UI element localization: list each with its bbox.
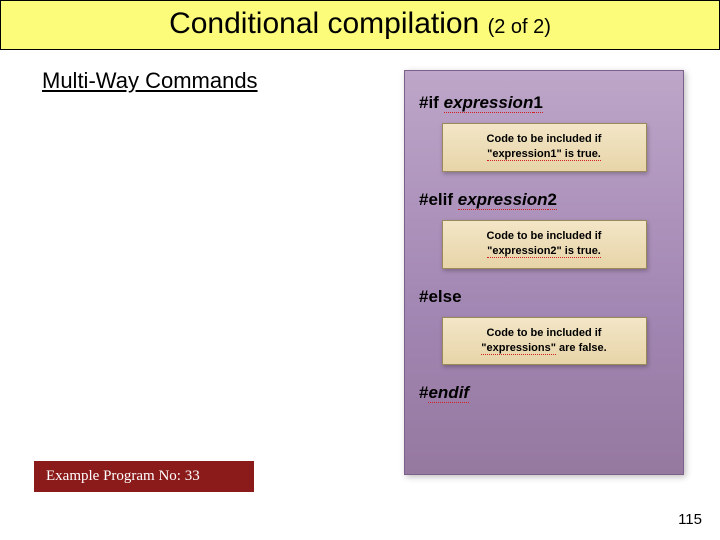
box1-line2: "expression1" is true.	[487, 148, 601, 161]
box-if-body: Code to be included if "expression1" is …	[442, 123, 647, 172]
title-main: Conditional compilation	[169, 7, 488, 40]
box3-line2a: "expressions"	[481, 342, 556, 355]
page-title: Conditional compilation (2 of 2)	[1, 7, 719, 41]
directive-elif: #elif expression2	[419, 190, 669, 210]
box3-line2b: are false.	[556, 342, 607, 354]
if-num: 1	[533, 93, 542, 113]
title-sub: (2 of 2)	[488, 16, 551, 38]
directive-if: #if expression1	[419, 93, 669, 113]
box2-line1: Code to be included if	[449, 229, 640, 244]
box-else-body: Code to be included if "expressions" are…	[442, 317, 647, 366]
directive-else: #else	[419, 287, 669, 307]
else-keyword: #else	[419, 287, 462, 306]
box2-line2: "expression2" is true.	[487, 245, 601, 258]
elif-expr: expression	[458, 190, 548, 210]
code-panel: #if expression1 Code to be included if "…	[404, 70, 684, 475]
endif-keyword: endif	[428, 383, 469, 403]
elif-num: 2	[548, 190, 557, 210]
if-keyword: #if	[419, 93, 444, 112]
box1-line1: Code to be included if	[449, 132, 640, 147]
title-bar: Conditional compilation (2 of 2)	[0, 0, 720, 50]
box3-line1: Code to be included if	[449, 326, 640, 341]
if-expr: expression	[444, 93, 534, 113]
box-elif-body: Code to be included if "expression2" is …	[442, 220, 647, 269]
directive-endif: #endif	[419, 383, 669, 403]
page-number: 115	[678, 511, 702, 528]
elif-keyword: #elif	[419, 190, 458, 209]
example-badge: Example Program No: 33	[34, 461, 254, 492]
